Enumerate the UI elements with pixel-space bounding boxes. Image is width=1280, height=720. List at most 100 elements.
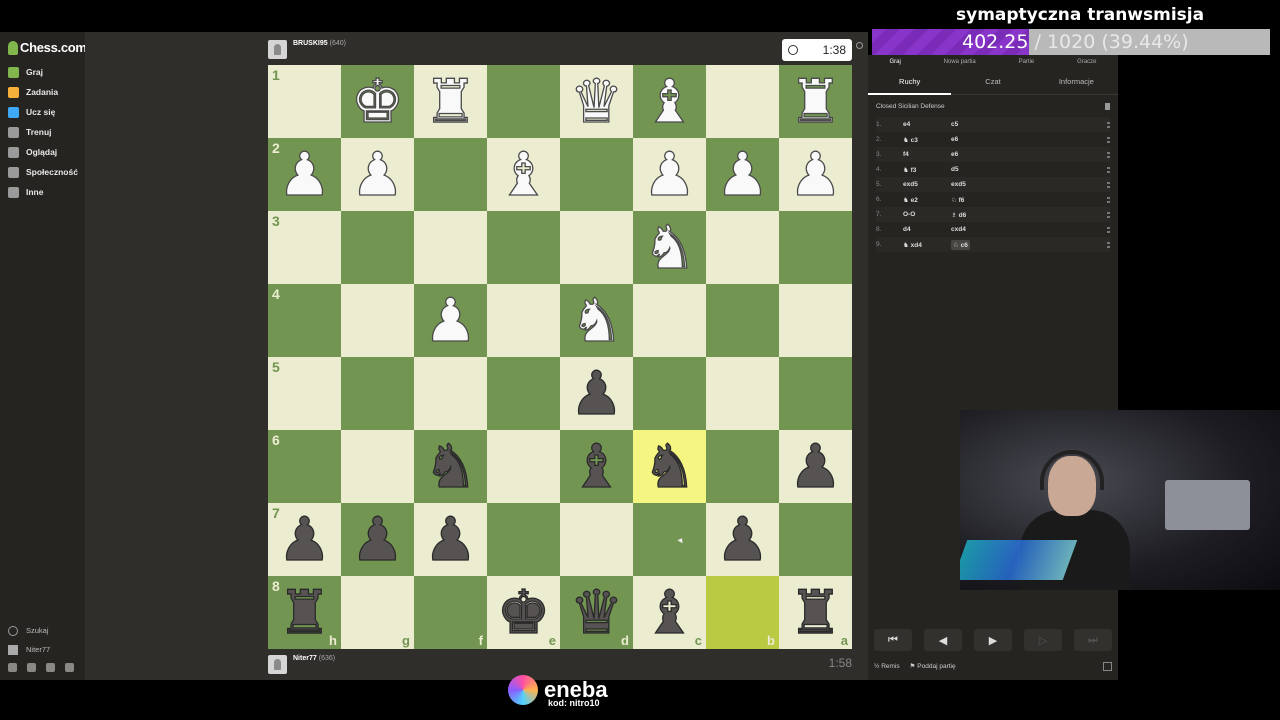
sidebar-user[interactable]: Niter77	[0, 640, 85, 659]
top-player-avatar[interactable]	[268, 40, 287, 59]
black-pawn-piece[interactable]: ♟	[715, 509, 770, 570]
opening-name[interactable]: Closed Sicilian Defense	[876, 103, 945, 110]
board-square[interactable]	[560, 138, 633, 211]
bookmark-icon[interactable]	[1105, 102, 1110, 110]
black-move[interactable]: ♘ c6	[951, 239, 970, 250]
board-square[interactable]: e ♚	[487, 576, 560, 649]
white-rook-piece[interactable]: ♜	[788, 71, 843, 132]
board-square[interactable]: ♚	[341, 65, 414, 138]
sidebar-item-3[interactable]: Trenuj	[0, 122, 85, 142]
board-square[interactable]	[560, 211, 633, 284]
sidebar-search[interactable]: Szukaj	[0, 621, 85, 640]
black-queen-piece[interactable]: ♛	[569, 582, 624, 643]
board-square[interactable]: 2 ♟	[268, 138, 341, 211]
board-square[interactable]	[633, 357, 706, 430]
board-square[interactable]	[633, 284, 706, 357]
board-square[interactable]: 4	[268, 284, 341, 357]
top-tab-3[interactable]: Gracze	[1077, 59, 1096, 65]
sidebar-item-1[interactable]: Zadania	[0, 82, 85, 102]
board-square[interactable]	[414, 357, 487, 430]
board-square[interactable]: ♜	[779, 65, 852, 138]
white-move[interactable]: exd5	[903, 181, 951, 188]
board-square[interactable]: ♟	[779, 430, 852, 503]
board-square[interactable]: 3	[268, 211, 341, 284]
sidebar-item-4[interactable]: Oglądaj	[0, 142, 85, 162]
board-square[interactable]: ♟	[560, 357, 633, 430]
black-pawn-piece[interactable]: ♟	[277, 509, 332, 570]
tab-2[interactable]: Informacje	[1035, 69, 1118, 94]
board-square[interactable]	[414, 211, 487, 284]
board-square[interactable]: ♟	[633, 138, 706, 211]
board-square[interactable]: g	[341, 576, 414, 649]
white-pawn-piece[interactable]: ♟	[277, 144, 332, 205]
white-move[interactable]: f4	[903, 151, 951, 158]
board-settings-icon[interactable]	[856, 42, 863, 49]
board-square[interactable]	[560, 503, 633, 576]
board-square[interactable]: ♟	[341, 138, 414, 211]
board-square[interactable]: ♝	[560, 430, 633, 503]
board-square[interactable]	[487, 430, 560, 503]
first-move-button[interactable]: ⏮	[874, 629, 912, 651]
tab-0[interactable]: Ruchy	[868, 69, 952, 95]
board-square[interactable]: ♞	[560, 284, 633, 357]
board-square[interactable]	[706, 430, 779, 503]
offer-draw-button[interactable]: ½ Remis	[874, 663, 900, 670]
white-knight-piece[interactable]: ♞	[642, 217, 697, 278]
board-square[interactable]: ♟	[706, 138, 779, 211]
black-move[interactable]: e6	[951, 136, 999, 143]
black-move[interactable]: e6	[951, 151, 999, 158]
black-move[interactable]: ♘ f6	[951, 196, 999, 204]
white-queen-piece[interactable]: ♛	[569, 71, 624, 132]
board-square[interactable]	[341, 430, 414, 503]
board-square[interactable]	[487, 65, 560, 138]
board-square[interactable]	[341, 284, 414, 357]
board-square[interactable]	[706, 65, 779, 138]
board-square[interactable]: ♞	[633, 430, 706, 503]
top-player-name[interactable]: BRUSKI95	[293, 40, 328, 47]
white-move[interactable]: ♞ xd4	[903, 241, 951, 249]
board-square[interactable]: c ♝	[633, 576, 706, 649]
chess-board[interactable]: 1 ♚ ♜ ♛ ♝ ♜ 2 ♟ ♟ ♝ ♟ ♟ ♟ 3 ♞ 4 ♟ ♞ 5 ♟ 6 ♞ ♝ ♞ ♟ 7 ♟ ♟ ♟ ♟ 8 h ♜ g f e ♚ d ♛ c…	[268, 65, 852, 649]
bottom-player-name[interactable]: Niter77	[293, 655, 317, 662]
next-move-button[interactable]: ▷	[1024, 629, 1062, 651]
white-move[interactable]: ♞ f3	[903, 166, 951, 174]
black-pawn-piece[interactable]: ♟	[788, 436, 843, 497]
board-square[interactable]: 7 ♟	[268, 503, 341, 576]
messages-icon[interactable]	[27, 663, 36, 672]
bottom-player-avatar[interactable]	[268, 655, 287, 674]
black-move[interactable]: cxd4	[951, 226, 999, 233]
board-square[interactable]	[706, 357, 779, 430]
board-square[interactable]: ♞	[633, 211, 706, 284]
resign-button[interactable]: ⚑ Poddaj partię	[910, 662, 956, 670]
board-square[interactable]: ♝	[633, 65, 706, 138]
board-square[interactable]: d ♛	[560, 576, 633, 649]
white-knight-piece[interactable]: ♞	[569, 290, 624, 351]
board-square[interactable]: a ♜	[779, 576, 852, 649]
black-pawn-piece[interactable]: ♟	[423, 509, 478, 570]
board-square[interactable]	[779, 284, 852, 357]
white-rook-piece[interactable]: ♜	[423, 71, 478, 132]
board-square[interactable]	[779, 357, 852, 430]
board-square[interactable]: ♝	[487, 138, 560, 211]
black-king-piece[interactable]: ♚	[496, 582, 551, 643]
white-pawn-piece[interactable]: ♟	[642, 144, 697, 205]
board-square[interactable]	[341, 211, 414, 284]
settings-icon[interactable]	[65, 663, 74, 672]
board-square[interactable]	[706, 284, 779, 357]
top-tab-1[interactable]: Nowa partia	[944, 59, 976, 65]
board-square[interactable]	[414, 138, 487, 211]
board-square[interactable]	[779, 211, 852, 284]
board-square[interactable]: 8 h ♜	[268, 576, 341, 649]
black-rook-piece[interactable]: ♜	[277, 582, 332, 643]
black-move[interactable]: d5	[951, 166, 999, 173]
bell-icon[interactable]	[46, 663, 55, 672]
black-move[interactable]: ♗ d6	[951, 211, 999, 219]
sidebar-item-0[interactable]: Graj	[0, 62, 85, 82]
top-tab-0[interactable]: Graj	[889, 59, 900, 65]
black-pawn-piece[interactable]: ♟	[569, 363, 624, 424]
board-square[interactable]	[341, 357, 414, 430]
sidebar-item-5[interactable]: Społeczność	[0, 162, 85, 182]
board-square[interactable]	[487, 503, 560, 576]
board-square[interactable]	[706, 211, 779, 284]
white-pawn-piece[interactable]: ♟	[788, 144, 843, 205]
